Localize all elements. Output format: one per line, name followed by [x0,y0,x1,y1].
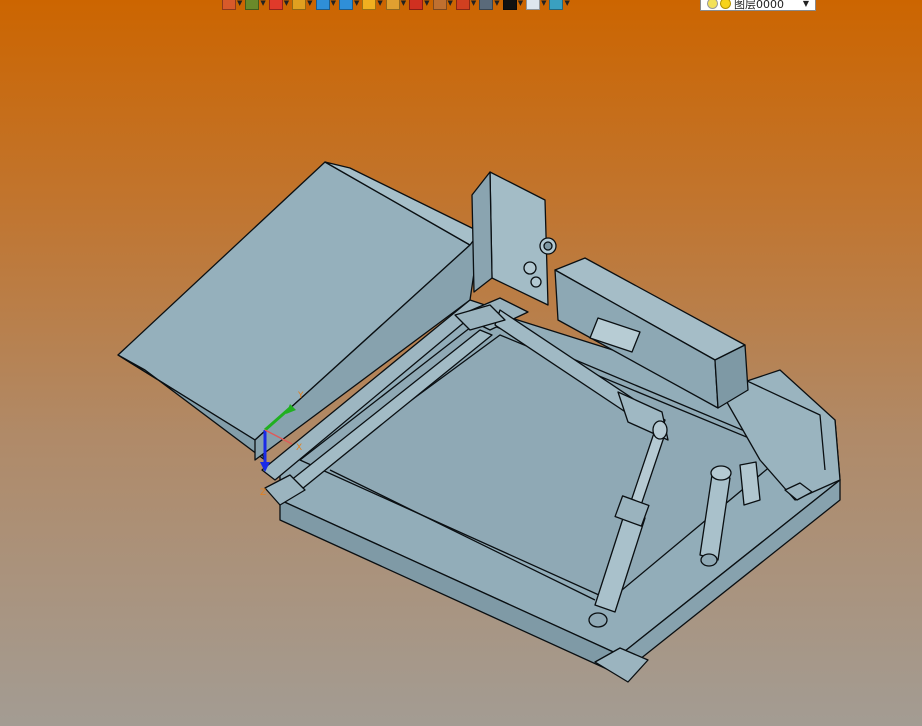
tower-side [471,171,493,293]
x-axis-label: X [296,443,302,453]
cad-model[interactable]: Y Z X [0,0,922,726]
cylinder-2-clamp [739,461,761,506]
y-axis-label: Y [297,391,304,401]
z-axis-label: Z [260,488,266,498]
3d-viewport[interactable]: ▼ ▼ ▼ ▼ ▼ ▼ ▼ ▼ ▼ ▼ ▼ ▼ ▼ ▼ ▼ 图层0000 ▼ Y… [0,0,922,726]
